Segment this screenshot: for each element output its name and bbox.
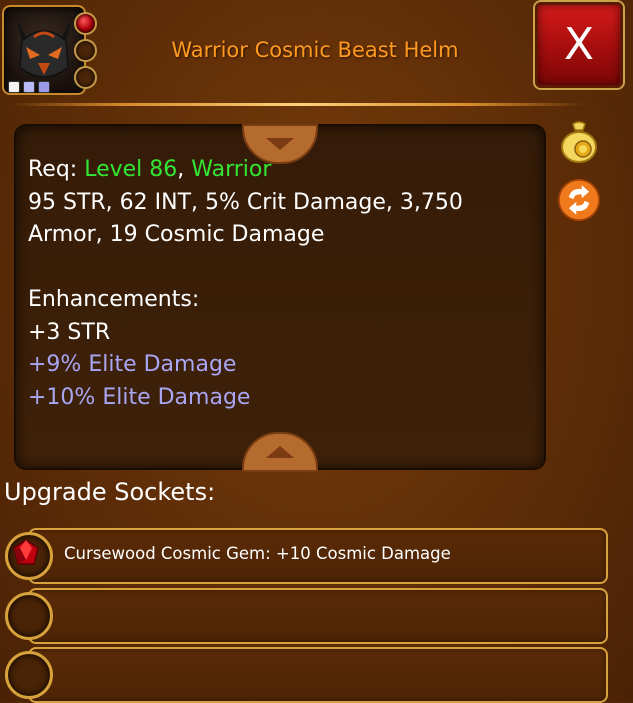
enhancement-line: +10% Elite Damage	[28, 384, 251, 410]
enhancements-heading: Enhancements:	[28, 287, 200, 312]
close-button[interactable]: X	[535, 2, 623, 88]
mini-socket-empty	[74, 39, 97, 62]
quality-dot	[23, 81, 35, 93]
red-gem-icon	[13, 539, 39, 565]
req-label: Req:	[28, 157, 85, 182]
requirements-line: Req: Level 86, Warrior	[28, 154, 528, 187]
req-level: Level 86	[84, 157, 178, 182]
socket-slot[interactable]	[28, 588, 608, 644]
stat-line: Armor, 19 Cosmic Damage	[28, 222, 325, 247]
socket-gem-slot[interactable]	[5, 532, 53, 580]
chevron-up-icon	[266, 446, 294, 458]
enhancement-line: +9% Elite Damage	[28, 352, 237, 377]
upgrade-sockets-heading: Upgrade Sockets:	[4, 478, 216, 506]
item-stats-text: Req: Level 86, Warrior 95 STR, 62 INT, 5…	[28, 154, 528, 414]
quality-indicator	[8, 81, 50, 93]
enhancement-line: +3 STR	[28, 319, 111, 345]
gold-bag-icon[interactable]	[556, 118, 602, 164]
quality-dot	[38, 81, 50, 93]
mini-socket-filled	[74, 12, 97, 35]
close-icon: X	[563, 19, 595, 70]
header-divider	[10, 103, 585, 106]
req-class: Warrior	[191, 157, 272, 182]
stat-line: 95 STR, 62 INT, 5% Crit Damage, 3,750	[28, 189, 463, 215]
req-separator: ,	[177, 157, 192, 182]
item-title: Warrior Cosmic Beast Helm	[171, 38, 459, 62]
portrait-socket-indicators	[74, 12, 100, 93]
socket-slot-label: Cursewood Cosmic Gem: +10 Cosmic Damage	[64, 544, 451, 563]
empty-socket-icon[interactable]	[5, 592, 53, 640]
quality-dot	[8, 81, 20, 93]
empty-socket-icon[interactable]	[5, 651, 53, 699]
swap-arrows-icon[interactable]	[556, 177, 602, 223]
socket-slot[interactable]	[28, 647, 608, 703]
mini-socket-empty	[74, 66, 97, 89]
chevron-down-icon	[266, 138, 294, 150]
